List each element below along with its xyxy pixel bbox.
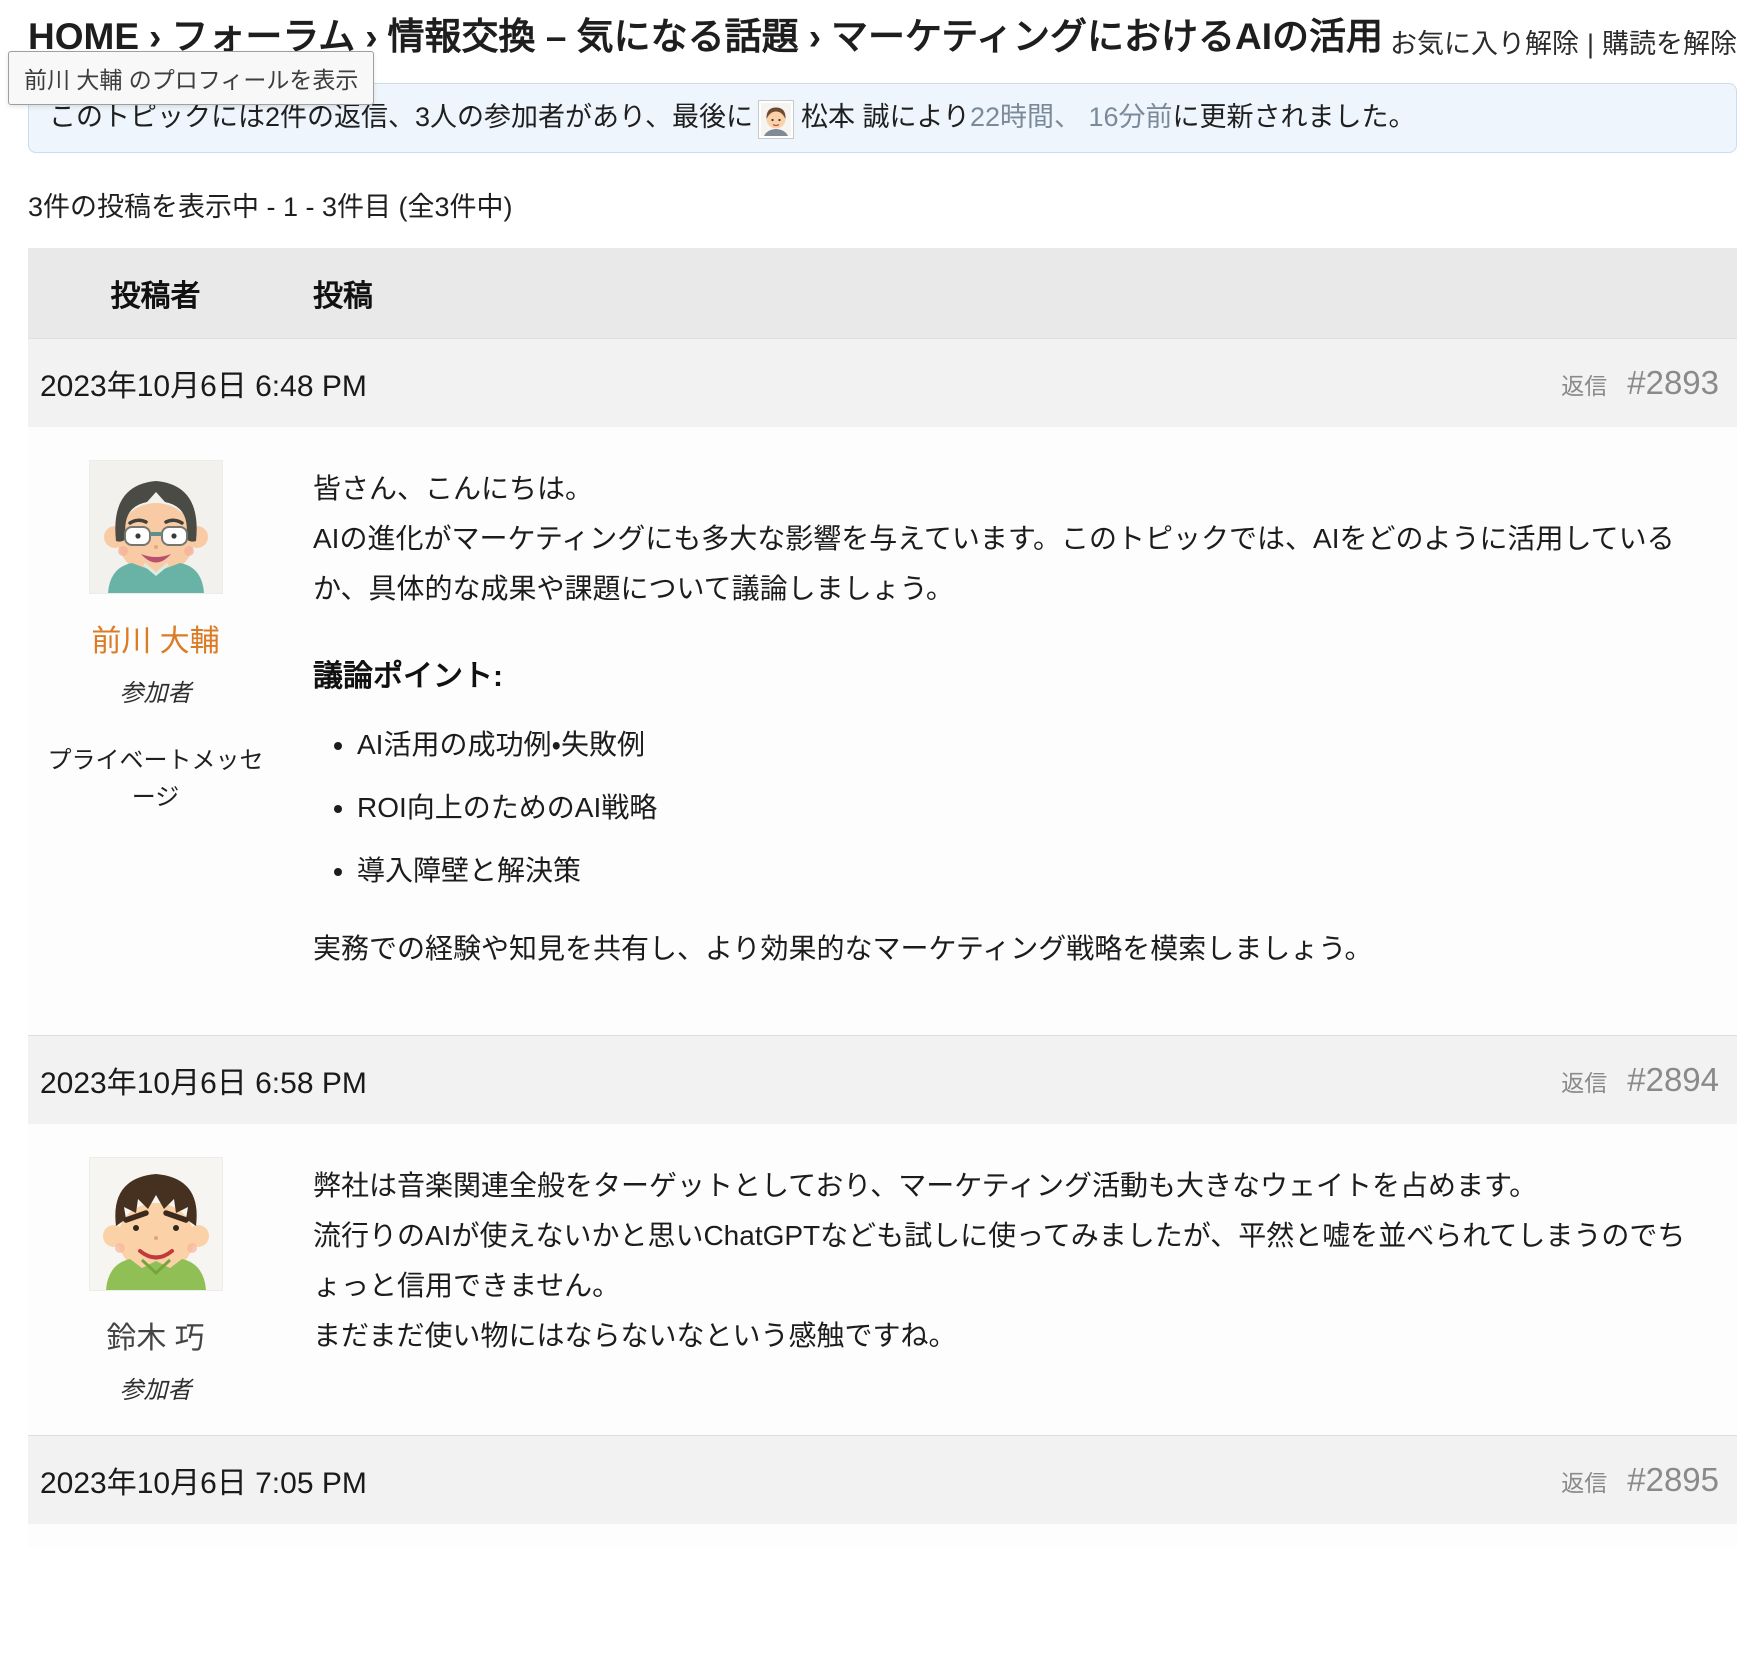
private-message-link[interactable]: プライベートメッセージ: [38, 742, 273, 816]
post-content: 弊社は音楽関連全般をターゲットとしており、マーケティング活動も大きなウェイトを占…: [283, 1124, 1737, 1435]
post-paragraph: 皆さん、こんにちは。 AIの進化がマーケティングにも多大な影響を与えています。こ…: [313, 464, 1692, 614]
list-item: AI活用の成功例・失敗例: [357, 720, 1692, 770]
post-permalink[interactable]: #2893: [1627, 364, 1719, 402]
post-heading: 議論ポイント:: [313, 652, 1692, 702]
post-row: 鈴木 巧 参加者 弊社は音楽関連全般をターゲットとしており、マーケティング活動も…: [28, 1124, 1737, 1435]
post-meta-row: 2023年10月6日 7:05 PM 返信 #2895: [28, 1435, 1737, 1524]
matsumoto-avatar-icon: [761, 103, 791, 136]
topic-replies-table: 投稿者 投稿 2023年10月6日 6:48 PM 返信 #2893: [28, 248, 1737, 1548]
post-meta-row: 2023年10月6日 6:58 PM 返信 #2894: [28, 1035, 1737, 1124]
topic-subscription-links: お気に入り解除|購読を解除: [1390, 14, 1737, 61]
page-title: マーケティングにおけるAIの活用: [831, 16, 1383, 57]
post-author-cell: 前川 大輔 参加者 プライベートメッセージ: [28, 427, 283, 1035]
column-header-post: 投稿: [283, 271, 373, 315]
post-date: 2023年10月6日 7:05 PM: [40, 1458, 367, 1502]
reply-link[interactable]: 返信: [1561, 367, 1607, 401]
notice-text-mid: により: [889, 102, 969, 132]
table-header-row: 投稿者 投稿: [28, 248, 1737, 338]
unfavorite-link[interactable]: お気に入り解除: [1390, 29, 1579, 59]
post-author-cell: 鈴木 巧 参加者: [28, 1124, 283, 1435]
breadcrumb-separator: ›: [799, 16, 831, 57]
post-date: 2023年10月6日 6:58 PM: [40, 1058, 367, 1102]
forum-topic-page: { "colors": { "topic_author_link": "#dd7…: [0, 14, 1764, 1674]
profile-tooltip: 前川 大輔 のプロフィールを表示: [8, 51, 374, 105]
post-date: 2023年10月6日 6:48 PM: [40, 361, 367, 405]
post-author-role: 参加者: [38, 1370, 273, 1405]
post-row: 前川 大輔 参加者 プライベートメッセージ 皆さん、こんにちは。 AIの進化がマ…: [28, 427, 1737, 1035]
unsubscribe-link[interactable]: 購読を解除: [1602, 29, 1737, 59]
reply-link[interactable]: 返信: [1561, 1064, 1607, 1098]
post-paragraph: 弊社は音楽関連全般をターゲットとしており、マーケティング活動も大きなウェイトを占…: [313, 1161, 1692, 1361]
breadcrumb-category-link[interactable]: 情報交換 – 気になる話題: [388, 16, 799, 57]
notice-freshness-link[interactable]: 22時間、 16分前: [970, 102, 1173, 132]
post-author-name-link[interactable]: 鈴木 巧: [38, 1313, 273, 1357]
maekawa-avatar-image[interactable]: [89, 460, 223, 594]
post-permalink[interactable]: #2895: [1627, 1461, 1719, 1499]
post-paragraph: 実務での経験や知見を共有し、より効果的なマーケティング戦略を模索しましょう。: [313, 924, 1692, 974]
post-author-name-link[interactable]: 前川 大輔: [38, 616, 273, 660]
suzuki-avatar-image[interactable]: [89, 1157, 223, 1291]
post-author-role: 参加者: [38, 673, 273, 708]
notice-avatar-link[interactable]: [758, 100, 794, 139]
post-permalink[interactable]: #2894: [1627, 1061, 1719, 1099]
notice-text-pre: このトピックには2件の返信、3人の参加者があり、最後に: [49, 102, 753, 132]
post-content: 皆さん、こんにちは。 AIの進化がマーケティングにも多大な影響を与えています。こ…: [283, 427, 1737, 1035]
notice-text-post: に更新されました。: [1173, 102, 1416, 132]
reply-link[interactable]: 返信: [1561, 1464, 1607, 1498]
notice-author-link[interactable]: 松本 誠: [801, 102, 890, 132]
post-row: [28, 1524, 1737, 1548]
discussion-points-list: AI活用の成功例・失敗例 ROI向上のためのAI戦略 導入障壁と解決策: [313, 720, 1692, 896]
column-header-author: 投稿者: [28, 271, 283, 315]
post-meta-row: 2023年10月6日 6:48 PM 返信 #2893: [28, 338, 1737, 427]
list-item: ROI向上のためのAI戦略: [357, 783, 1692, 833]
link-divider: |: [1579, 29, 1602, 59]
pagination-count: 3件の投稿を表示中 - 1 - 3件目 (全3件中): [28, 185, 1736, 224]
list-item: 導入障壁と解決策: [357, 846, 1692, 896]
